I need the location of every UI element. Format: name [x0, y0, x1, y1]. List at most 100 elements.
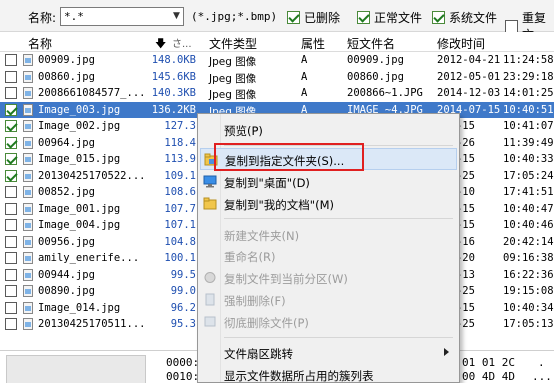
modified-time-cell: 20:42:14	[503, 235, 554, 248]
file-name-cell: Image_014.jpg	[38, 301, 121, 314]
checkbox-unchecked-icon[interactable]	[5, 54, 17, 66]
file-size-cell: 99.0	[170, 285, 196, 297]
modified-date-cell: 2014-12-03	[437, 87, 501, 99]
checkbox-unchecked-icon[interactable]	[5, 318, 17, 330]
menu-item-copy-to-partition[interactable]: 复制文件到当前分区(W)	[200, 267, 457, 289]
menu-item-force-delete[interactable]: 强制删除(F)	[200, 289, 457, 311]
file-name-cell: amily_enerife...	[38, 252, 140, 264]
checkbox-checked-icon[interactable]	[357, 11, 370, 24]
name-filter-input[interactable]: *.*	[60, 7, 184, 26]
menu-item-cluster-list[interactable]: 显示文件数据所占用的簇列表	[200, 364, 457, 383]
file-name-cell: Image_001.jpg	[38, 202, 121, 215]
menu-item-preview[interactable]: 预览(P)	[200, 119, 457, 141]
column-header-modified[interactable]: 修改时间	[437, 35, 485, 52]
short-name-cell: 00860.jpg	[347, 70, 404, 83]
table-row[interactable]: 00860.jpg 145.6KB Jpeg 图像 A 00860.jpg 2012-05…	[0, 69, 554, 86]
system-filter-checkbox[interactable]: 系统文件	[432, 9, 497, 26]
chevron-down-icon[interactable]: ▼	[170, 8, 183, 25]
image-file-icon	[23, 169, 33, 182]
image-file-icon	[23, 252, 33, 264]
image-file-icon	[23, 268, 33, 281]
column-header-size[interactable]: さ...	[172, 35, 192, 50]
menu-item-shred-file[interactable]: 彻底删除文件(P)	[200, 311, 457, 333]
modified-time-cell: 10:40:47	[503, 202, 554, 215]
short-name-cell: 200866~1.JPG	[347, 87, 423, 99]
hex-bytes-2: 00 4D 4D	[462, 370, 515, 383]
checkbox-checked-icon[interactable]	[287, 11, 300, 24]
modified-time-cell: 14:01:25	[503, 87, 554, 99]
modified-time-cell: 16:22:36	[503, 268, 554, 281]
checkbox-unchecked-icon[interactable]	[5, 186, 17, 198]
checkbox-unchecked-icon[interactable]	[5, 252, 17, 264]
menu-item-copy-to-documents[interactable]: 复制到"我的文档"(M)	[200, 193, 457, 215]
file-size-cell: 99.5	[170, 268, 196, 281]
file-size-cell: 127.3	[164, 120, 196, 132]
column-header-short-name[interactable]: 短文件名	[347, 35, 395, 52]
checkbox-checked-icon[interactable]	[5, 103, 17, 116]
checkbox-checked-icon[interactable]	[5, 136, 17, 149]
file-name-cell: Image_002.jpg	[38, 120, 121, 132]
modified-time-cell: 10:41:07	[503, 120, 554, 132]
checkbox-unchecked-icon[interactable]	[5, 235, 17, 248]
checkbox-unchecked-icon[interactable]	[5, 285, 17, 297]
checkbox-unchecked-icon[interactable]	[5, 301, 17, 314]
image-file-icon	[23, 136, 33, 149]
deleted-filter-checkbox[interactable]: 已删除	[287, 9, 340, 26]
modified-time-cell: 17:41:51	[503, 186, 554, 198]
file-type-cell: Jpeg 图像	[209, 89, 257, 101]
file-name-cell: Image_003.jpg	[38, 103, 121, 116]
image-file-icon	[23, 202, 33, 215]
table-row[interactable]: 00909.jpg 148.0KB Jpeg 图像 A 00909.jpg 2012-04…	[0, 52, 554, 69]
force-delete-icon	[203, 293, 217, 306]
image-file-icon	[23, 54, 33, 66]
checkbox-unchecked-icon[interactable]	[5, 202, 17, 215]
checkbox-unchecked-icon[interactable]	[5, 268, 17, 281]
image-file-icon	[23, 186, 33, 198]
file-type-cell: Jpeg 图像	[209, 56, 257, 68]
checkbox-checked-icon[interactable]	[5, 120, 17, 132]
modified-time-cell: 10:40:51	[503, 103, 554, 116]
menu-item-copy-to-desktop[interactable]: 复制到"桌面"(D)	[200, 171, 457, 193]
checkbox-unchecked-icon[interactable]	[5, 219, 17, 231]
highlight-annotation-box	[214, 143, 364, 171]
image-file-icon	[23, 103, 33, 116]
file-size-cell: 104.8	[164, 235, 196, 248]
checkbox-checked-icon[interactable]	[5, 153, 17, 165]
checkbox-checked-icon[interactable]	[5, 169, 17, 182]
desktop-icon	[203, 175, 217, 188]
menu-item-new-folder[interactable]: 新建文件夹(N)	[200, 224, 457, 246]
checkbox-unchecked-icon[interactable]	[505, 19, 518, 33]
menu-item-rename[interactable]: 重命名(R)	[200, 245, 457, 267]
modified-time-cell: 23:29:18	[503, 70, 554, 83]
file-size-cell: 95.3	[170, 318, 196, 330]
column-header-type[interactable]: 文件类型	[209, 35, 257, 52]
normal-filter-label: 正常文件	[374, 11, 423, 25]
table-row[interactable]: 2008661084577_... 140.3KB Jpeg 图像 A 200866~1…	[0, 85, 554, 102]
image-file-icon	[23, 219, 33, 231]
checkbox-unchecked-icon[interactable]	[5, 87, 17, 99]
checkbox-unchecked-icon[interactable]	[5, 70, 17, 83]
submenu-arrow-icon	[444, 348, 449, 356]
menu-item-label: 强制删除(F)	[224, 294, 286, 308]
file-size-cell: 96.2	[170, 301, 196, 314]
menu-item-label: 复制到"我的文档"(M)	[224, 198, 334, 212]
file-size-cell: 113.9	[164, 153, 196, 165]
modified-time-cell: 09:16:38	[503, 252, 554, 264]
modified-time-cell: 11:24:58	[503, 54, 554, 66]
file-name-cell: Image_004.jpg	[38, 219, 121, 231]
menu-item-sector-jump[interactable]: 文件扇区跳转	[200, 342, 457, 364]
file-name-cell: 00944.jpg	[38, 268, 95, 281]
checkbox-checked-icon[interactable]	[432, 11, 445, 24]
deleted-filter-label: 已删除	[304, 11, 341, 25]
normal-filter-checkbox[interactable]: 正常文件	[357, 9, 422, 26]
modified-time-cell: 17:05:13	[503, 318, 554, 330]
column-header-attr[interactable]: 属性	[301, 35, 325, 52]
image-file-icon	[23, 120, 33, 132]
menu-separator	[224, 218, 453, 219]
modified-time-cell: 17:05:24	[503, 169, 554, 182]
file-attr-cell: A	[301, 87, 308, 99]
image-file-icon	[23, 285, 33, 297]
column-header-name[interactable]: 名称	[28, 35, 52, 52]
file-size-cell: 107.7	[164, 202, 196, 215]
modified-date-cell: 2012-05-01	[437, 70, 501, 83]
